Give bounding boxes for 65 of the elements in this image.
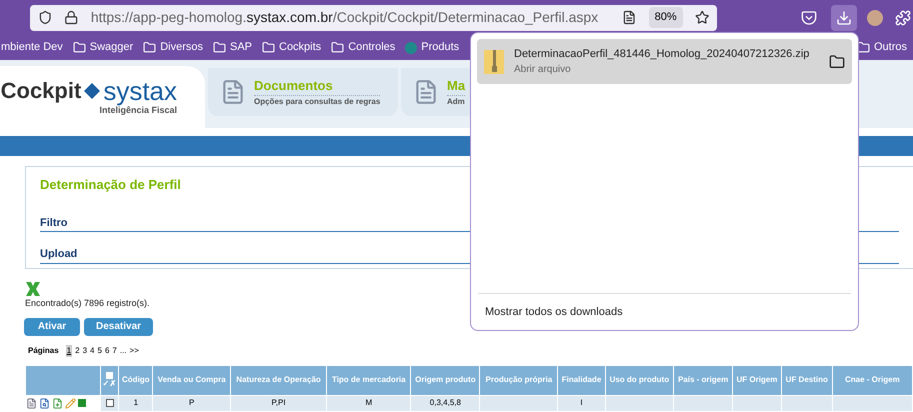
nav-tab[interactable]: Documentos Opções para consultas de regras (208, 68, 398, 116)
bookmark-item[interactable]: Produts (405, 39, 460, 56)
file-name: DeterminacaoPerfil_481446_Homolog_20240407212326.zip (514, 46, 810, 62)
page-link[interactable]: 2 (75, 344, 80, 356)
page-link[interactable]: 3 (82, 344, 88, 356)
logo: Cockpit systax Inteligência Fiscal (0, 66, 205, 128)
folder-icon (143, 41, 156, 54)
table-cell: P (152, 395, 230, 411)
status-icon[interactable] (78, 399, 86, 408)
pages-label: Páginas (28, 344, 59, 356)
page-link[interactable]: 4 (90, 344, 94, 356)
bookmark-item[interactable]: Controles (331, 39, 396, 56)
reader-view-icon[interactable] (622, 10, 637, 25)
address-bar[interactable]: https://app-peg-homolog.systax.com.br/Cockpit/Cockpit/Determinacao_Perfil.aspx 80% (30, 4, 717, 30)
zip-file-icon (484, 48, 504, 76)
table-cell (732, 395, 782, 411)
page-link[interactable]: 5 (98, 344, 102, 356)
show-all-downloads-link[interactable]: Mostrar todos os downloads (477, 294, 852, 330)
bookmark-item[interactable]: Diversos (143, 39, 203, 56)
panel-title: Determinação de Perfil (40, 176, 182, 194)
bookmark-item[interactable]: SAP (212, 39, 252, 56)
bookmark-item[interactable]: mbiente Dev (1, 39, 63, 56)
next-link[interactable]: >> (130, 344, 139, 356)
star-icon[interactable] (694, 10, 710, 25)
header-cell: ✓✗ (100, 365, 119, 395)
folder-icon (72, 41, 86, 54)
table-cell: I (558, 395, 605, 411)
table-cell (605, 395, 674, 411)
spreadsheet-icon[interactable] (25, 281, 41, 297)
page-link[interactable]: 6 (104, 344, 110, 356)
table-cell (674, 395, 732, 411)
table-cell: P,PI (230, 395, 327, 411)
avatar[interactable] (867, 10, 883, 26)
extensions-icon[interactable] (895, 10, 911, 26)
table-cell: M (326, 395, 411, 411)
table-cell: 1 (118, 395, 153, 411)
bookmark-item[interactable]: Cockpits (262, 39, 322, 56)
page-link[interactable]: 1 (66, 344, 72, 356)
shield-icon[interactable] (38, 10, 52, 25)
more-pages[interactable]: ... (120, 344, 127, 356)
url-text: https://app-peg-homolog.systax.com.br/Cockpit/Cockpit/Determinacao_Perfil.aspx (90, 8, 598, 27)
lock-icon (64, 10, 79, 25)
results-count: Encontrado(s) 7896 registro(s). (25, 297, 151, 310)
search-icon[interactable] (38, 398, 50, 409)
folder-icon (212, 41, 226, 54)
download-button[interactable] (831, 4, 857, 30)
open-file-link[interactable]: Abrir arquivo (514, 62, 819, 78)
bookmark-item[interactable]: Swagger (72, 39, 134, 56)
zoom-badge[interactable]: 80% (648, 7, 683, 28)
add-document-icon[interactable] (52, 398, 62, 409)
logo-mark-icon (83, 82, 102, 100)
table-cell: 0,3,4,5,8 (410, 395, 480, 411)
folder-icon[interactable] (829, 54, 845, 70)
page-link[interactable]: 7 (112, 344, 117, 356)
folder-icon (262, 41, 275, 54)
pocket-icon[interactable] (801, 10, 817, 26)
action-button[interactable]: Ativar (24, 318, 80, 336)
folder-icon (331, 41, 344, 54)
table-cell (781, 395, 832, 411)
site-icon (405, 42, 418, 54)
download-icon (836, 10, 852, 26)
download-item[interactable]: DeterminacaoPerfil_481446_Homolog_20240407212326.zip Abrir arquivo (477, 39, 852, 84)
row-checkbox[interactable] (106, 399, 114, 407)
document-icon[interactable] (26, 398, 36, 409)
action-button[interactable]: Desativar (84, 318, 154, 336)
